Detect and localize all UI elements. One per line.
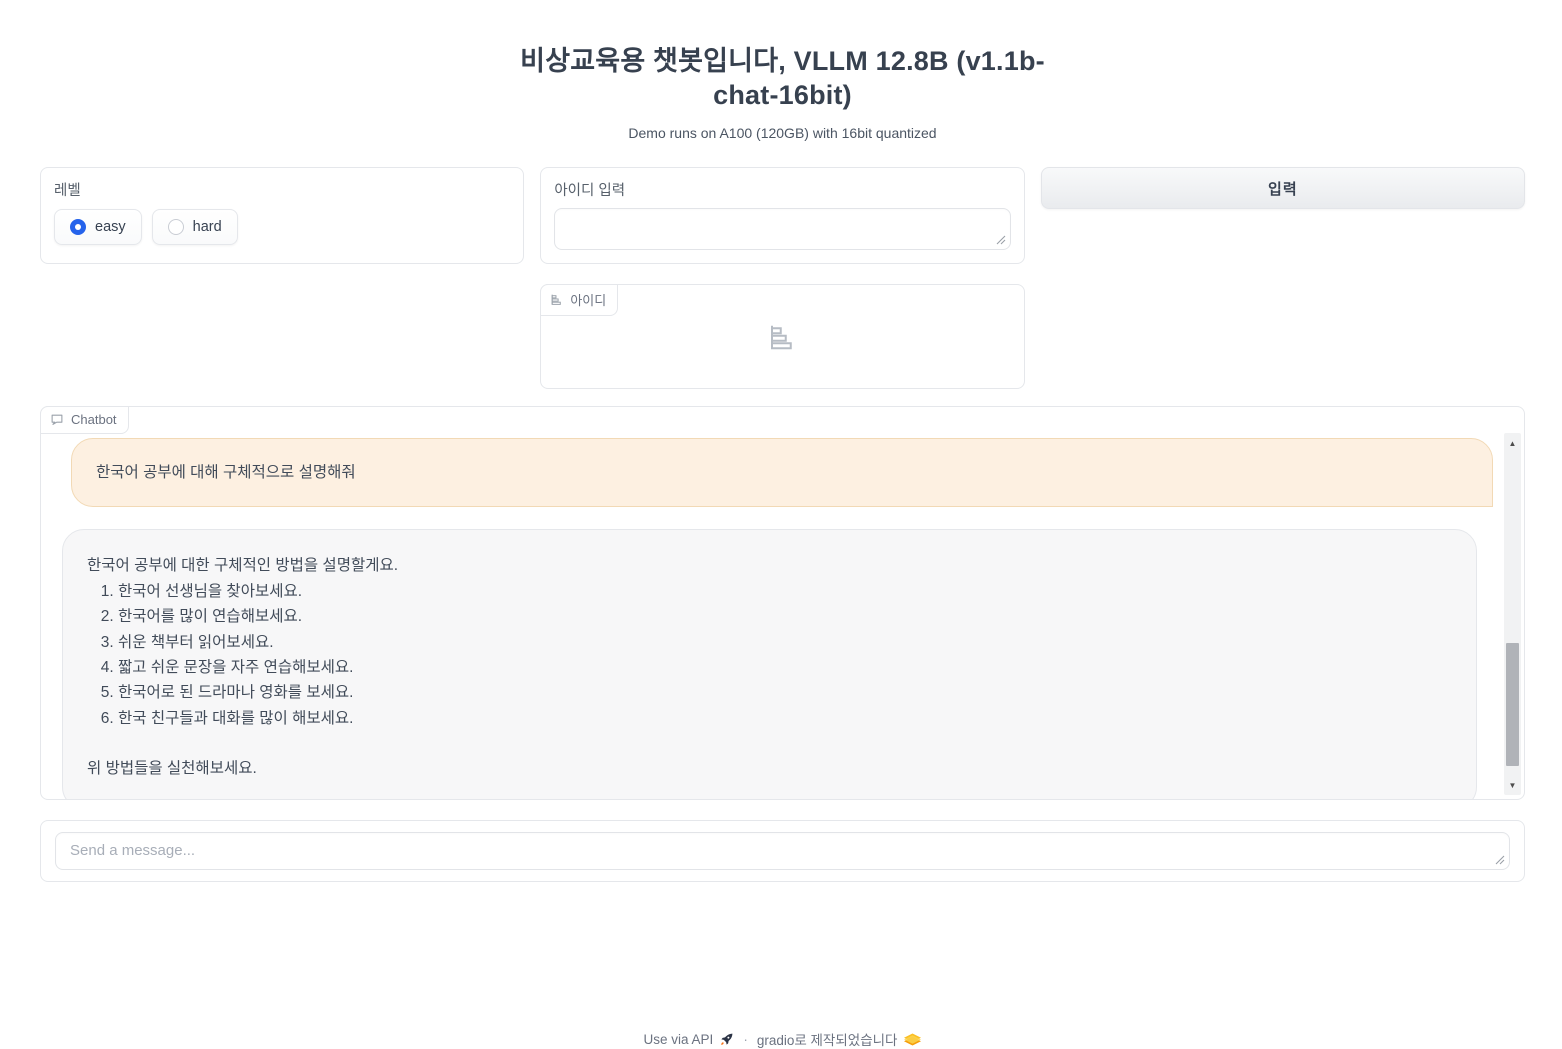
submit-column: 입력 <box>1041 167 1525 264</box>
scroll-up-arrow-icon[interactable]: ▲ <box>1504 435 1521 451</box>
level-label: 레벨 <box>54 179 510 200</box>
scrollbar-thumb[interactable] <box>1506 643 1519 766</box>
chat-message-list: 한국어 공부에 대해 구체적으로 설명해줘 한국어 공부에 대한 구체적인 방법… <box>41 407 1507 799</box>
bot-step: 한국어 선생님을 찾아보세요. <box>118 579 1452 604</box>
id-input-label: 아이디 입력 <box>554 179 1010 200</box>
id-input-field[interactable] <box>554 208 1010 250</box>
rocket-icon <box>720 1032 734 1046</box>
page-title: 비상교육용 챗봇입니다, VLLM 12.8B (v1.1b-chat-16bi… <box>495 44 1070 112</box>
gradio-app: 비상교육용 챗봇입니다, VLLM 12.8B (v1.1b-chat-16bi… <box>0 0 1562 1046</box>
label-row: 아이디 <box>40 284 1525 389</box>
chat-message-user: 한국어 공부에 대해 구체적으로 설명해줘 <box>71 438 1493 507</box>
chat-scrollbar[interactable]: ▲ ▼ <box>1504 433 1521 795</box>
top-row: 레벨 easy hard 아이디 입력 입력 <box>40 167 1525 264</box>
user-message-text: 한국어 공부에 대해 구체적으로 설명해줘 <box>96 464 356 481</box>
chatbot-tab: Chatbot <box>40 406 129 434</box>
footer-separator: · <box>743 1032 748 1047</box>
radio-option-easy-label: easy <box>95 219 126 235</box>
id-label-tab: 아이디 <box>540 284 618 316</box>
use-via-api-link[interactable]: Use via API <box>644 1032 735 1047</box>
scroll-down-arrow-icon[interactable]: ▼ <box>1504 777 1521 793</box>
footer: Use via API · gradio로 제작되었습니다 <box>40 1029 1525 1049</box>
bot-step: 짧고 쉬운 문장을 자주 연습해보세요. <box>118 655 1452 680</box>
radio-selected-icon <box>70 219 86 235</box>
message-input-wrap <box>55 832 1510 870</box>
message-input-panel <box>40 820 1525 882</box>
bot-message-steps: 한국어 선생님을 찾아보세요. 한국어를 많이 연습해보세요. 쉬운 책부터 읽… <box>87 579 1452 731</box>
level-panel: 레벨 easy hard <box>40 167 524 264</box>
resize-handle-icon[interactable] <box>1495 855 1505 865</box>
radio-option-hard[interactable]: hard <box>152 209 238 245</box>
radio-option-hard-label: hard <box>193 219 222 235</box>
bot-step: 쉬운 책부터 읽어보세요. <box>118 630 1452 655</box>
chat-message-bot: 한국어 공부에 대한 구체적인 방법을 설명할게요. 한국어 선생님을 찾아보세… <box>62 529 1477 799</box>
bot-message-outro: 위 방법들을 실천해보세요. <box>87 756 1452 781</box>
radio-option-easy[interactable]: easy <box>54 209 142 245</box>
bot-step: 한국어로 된 드라마나 영화를 보세요. <box>118 680 1452 705</box>
page-subtitle: Demo runs on A100 (120GB) with 16bit qua… <box>40 125 1525 141</box>
id-input-wrap <box>554 208 1010 250</box>
gradio-logo-icon <box>904 1033 921 1046</box>
bot-step: 한국 친구들과 대화를 많이 해보세요. <box>118 706 1452 731</box>
chatbot-label: Chatbot <box>71 412 117 427</box>
bot-message-intro: 한국어 공부에 대한 구체적인 방법을 설명할게요. <box>87 553 1452 578</box>
built-with-gradio-label: gradio로 제작되었습니다 <box>757 1029 898 1049</box>
id-label-panel: 아이디 <box>540 284 1024 389</box>
built-with-gradio-link[interactable]: gradio로 제작되었습니다 <box>757 1029 922 1049</box>
use-via-api-label: Use via API <box>644 1032 714 1047</box>
radio-unselected-icon <box>168 219 184 235</box>
submit-button[interactable]: 입력 <box>1041 167 1525 209</box>
id-input-panel: 아이디 입력 <box>540 167 1024 264</box>
chat-bubble-icon <box>50 413 64 426</box>
chatbot-panel: Chatbot 한국어 공부에 대해 구체적으로 설명해줘 한국어 공부에 대한… <box>40 406 1525 800</box>
bar-chart-icon <box>550 293 563 306</box>
message-input-field[interactable] <box>55 832 1510 870</box>
bot-step: 한국어를 많이 연습해보세요. <box>118 604 1452 629</box>
id-label-title: 아이디 <box>570 290 606 309</box>
resize-handle-icon[interactable] <box>996 235 1006 245</box>
header: 비상교육용 챗봇입니다, VLLM 12.8B (v1.1b-chat-16bi… <box>40 0 1525 141</box>
level-radio-group: easy hard <box>54 209 510 245</box>
bar-chart-placeholder-icon <box>767 322 797 352</box>
